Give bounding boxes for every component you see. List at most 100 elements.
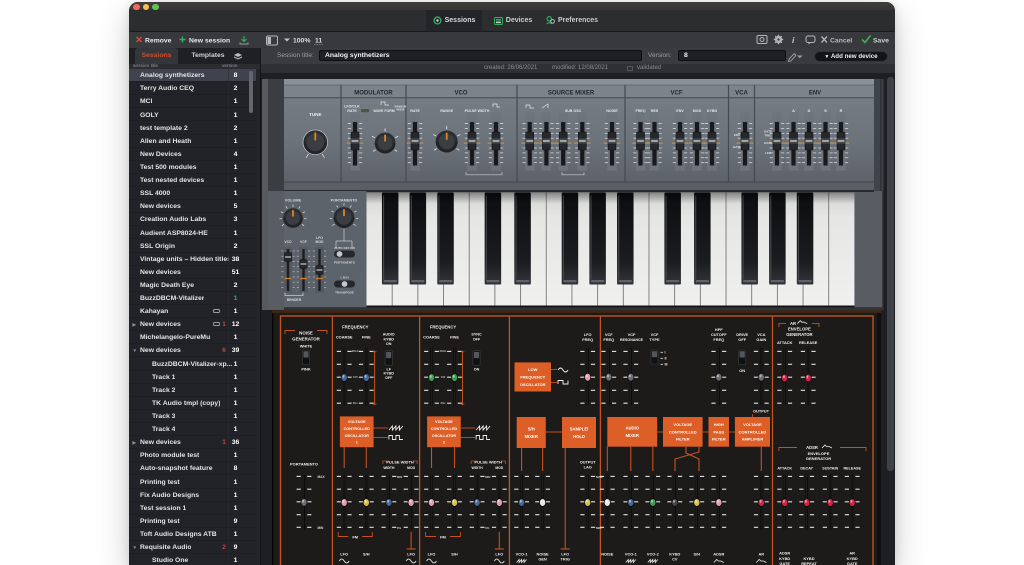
svg-text:S/H: S/H bbox=[528, 426, 535, 431]
svg-text:LFO: LFO bbox=[428, 551, 436, 556]
svg-text:OFF: OFF bbox=[385, 376, 393, 380]
svg-text:WHITE: WHITE bbox=[300, 343, 313, 348]
svg-text:0%: 0% bbox=[485, 526, 490, 530]
svg-text:FREQUENCY: FREQUENCY bbox=[430, 324, 456, 329]
svg-text:OFF: OFF bbox=[473, 337, 481, 341]
svg-text:BENDER: BENDER bbox=[287, 298, 302, 302]
svg-text:SUSTAIN: SUSTAIN bbox=[822, 466, 838, 470]
svg-text:ENV: ENV bbox=[734, 133, 740, 137]
svg-text:ADSR: ADSR bbox=[806, 445, 818, 450]
svg-text:ADSR: ADSR bbox=[779, 550, 790, 555]
svg-text:GATE: GATE bbox=[847, 560, 858, 565]
svg-text:PORTAMENTO: PORTAMENTO bbox=[334, 260, 356, 264]
svg-text:II: II bbox=[665, 356, 667, 360]
svg-text:ATTACK: ATTACK bbox=[777, 466, 792, 470]
svg-text:GATE: GATE bbox=[764, 141, 772, 145]
svg-text:PULSE WIDTH: PULSE WIDTH bbox=[465, 108, 490, 112]
svg-text:FILTER: FILTER bbox=[712, 436, 726, 441]
svg-text:LFO: LFO bbox=[765, 151, 772, 155]
svg-text:OFF: OFF bbox=[738, 337, 746, 342]
svg-text:FINE: FINE bbox=[450, 334, 459, 339]
svg-text:MIN: MIN bbox=[596, 526, 602, 530]
svg-text:CONTROLLED: CONTROLLED bbox=[669, 429, 697, 434]
svg-text:2KHz: 2KHz bbox=[440, 348, 448, 352]
svg-text:FM: FM bbox=[352, 534, 358, 539]
svg-text:GENERATOR: GENERATOR bbox=[786, 332, 812, 337]
svg-text:2: 2 bbox=[443, 440, 445, 444]
svg-text:GENERATOR: GENERATOR bbox=[292, 336, 320, 341]
svg-text:i: i bbox=[792, 35, 795, 45]
svg-text:LF: LF bbox=[386, 367, 391, 371]
svg-text:COARSE: COARSE bbox=[423, 334, 440, 339]
svg-text:REPEAT: REPEAT bbox=[801, 560, 817, 565]
svg-text:FREQ: FREQ bbox=[603, 337, 614, 342]
svg-text:FREQ: FREQ bbox=[636, 108, 646, 112]
svg-text:RANGE: RANGE bbox=[440, 108, 454, 112]
svg-text:AMPLIFIER: AMPLIFIER bbox=[742, 436, 764, 441]
svg-text:AR: AR bbox=[790, 320, 796, 325]
svg-text:MOD: MOD bbox=[316, 240, 324, 244]
svg-text:D: D bbox=[808, 108, 811, 112]
svg-text:VCF: VCF bbox=[628, 332, 636, 337]
svg-text:100%: 100% bbox=[293, 38, 310, 45]
svg-text:FREQ: FREQ bbox=[582, 337, 593, 342]
svg-text:GATE: GATE bbox=[733, 145, 741, 149]
svg-text:MODULATOR: MODULATOR bbox=[354, 90, 393, 96]
svg-text:SYNC: SYNC bbox=[471, 332, 482, 336]
svg-text:RELEASE: RELEASE bbox=[799, 340, 818, 345]
svg-text:ATTACK: ATTACK bbox=[777, 340, 793, 345]
svg-text:WAVE FORM: WAVE FORM bbox=[373, 109, 394, 113]
svg-text:VCO: VCO bbox=[284, 240, 292, 244]
svg-text:MIN: MIN bbox=[318, 526, 325, 530]
svg-text:MIN: MIN bbox=[397, 475, 402, 479]
svg-text:FREQ: FREQ bbox=[713, 337, 724, 342]
svg-text:KYBD: KYBD bbox=[383, 337, 394, 341]
svg-text:PORTAMENTO: PORTAMENTO bbox=[290, 461, 318, 466]
svg-text:VCO: VCO bbox=[454, 90, 467, 96]
svg-text:MOD: MOD bbox=[693, 108, 702, 112]
svg-text:AR: AR bbox=[849, 550, 855, 555]
svg-text:LFO: LFO bbox=[407, 551, 415, 556]
svg-text:New session: New session bbox=[189, 38, 230, 45]
svg-text:S: S bbox=[824, 108, 827, 112]
svg-text:WIDTH: WIDTH bbox=[383, 465, 395, 469]
svg-text:AUDIO: AUDIO bbox=[626, 425, 640, 430]
svg-text:SAMPLE/: SAMPLE/ bbox=[570, 426, 589, 431]
svg-text:CONTROLLED: CONTROLLED bbox=[739, 429, 767, 434]
svg-text:FREQUENCY: FREQUENCY bbox=[342, 324, 368, 329]
svg-text:AUTO OFF ON: AUTO OFF ON bbox=[334, 246, 355, 250]
svg-text:S/H: S/H bbox=[363, 551, 370, 556]
svg-text:FREQUENCY: FREQUENCY bbox=[520, 374, 545, 379]
svg-text:0%: 0% bbox=[397, 526, 402, 530]
svg-text:ENVELOPE: ENVELOPE bbox=[788, 326, 811, 331]
svg-text:ADSR: ADSR bbox=[713, 551, 724, 556]
svg-text:VOLTAGE: VOLTAGE bbox=[673, 422, 692, 427]
svg-text:AR: AR bbox=[758, 551, 764, 556]
svg-text:L M H: L M H bbox=[340, 275, 348, 279]
svg-text:VCO-1: VCO-1 bbox=[625, 551, 638, 556]
svg-text:A: A bbox=[792, 108, 795, 112]
svg-text:PINK: PINK bbox=[301, 366, 310, 371]
svg-text:1: 1 bbox=[356, 440, 358, 444]
svg-text:2KHz: 2KHz bbox=[352, 348, 360, 352]
svg-text:OSCILLATOR: OSCILLATOR bbox=[432, 433, 457, 437]
svg-text:MIN: MIN bbox=[485, 475, 490, 479]
svg-text:PULSE WIDTH: PULSE WIDTH bbox=[386, 459, 414, 464]
svg-text:TYPE: TYPE bbox=[649, 337, 660, 342]
svg-text:VOLTAGE: VOLTAGE bbox=[348, 419, 366, 423]
svg-text:I: I bbox=[665, 350, 666, 354]
svg-text:KYBD: KYBD bbox=[707, 108, 718, 112]
svg-text:VCO-2: VCO-2 bbox=[647, 551, 660, 556]
svg-text:S/H: S/H bbox=[451, 551, 458, 556]
svg-text:III: III bbox=[665, 362, 668, 366]
svg-text:VOLTAGE: VOLTAGE bbox=[743, 422, 762, 427]
svg-text:RATE: RATE bbox=[410, 108, 420, 112]
svg-text:SOURCE MIXER: SOURCE MIXER bbox=[548, 90, 595, 96]
svg-text:FILTER: FILTER bbox=[676, 436, 690, 441]
svg-text:ENV: ENV bbox=[676, 108, 684, 112]
svg-text:TUNE: TUNE bbox=[309, 112, 322, 117]
svg-text:TRIG: TRIG bbox=[561, 556, 570, 561]
svg-text:ON: ON bbox=[386, 341, 392, 345]
svg-text:100: 100 bbox=[441, 375, 446, 379]
svg-text:GATE: GATE bbox=[779, 560, 790, 565]
